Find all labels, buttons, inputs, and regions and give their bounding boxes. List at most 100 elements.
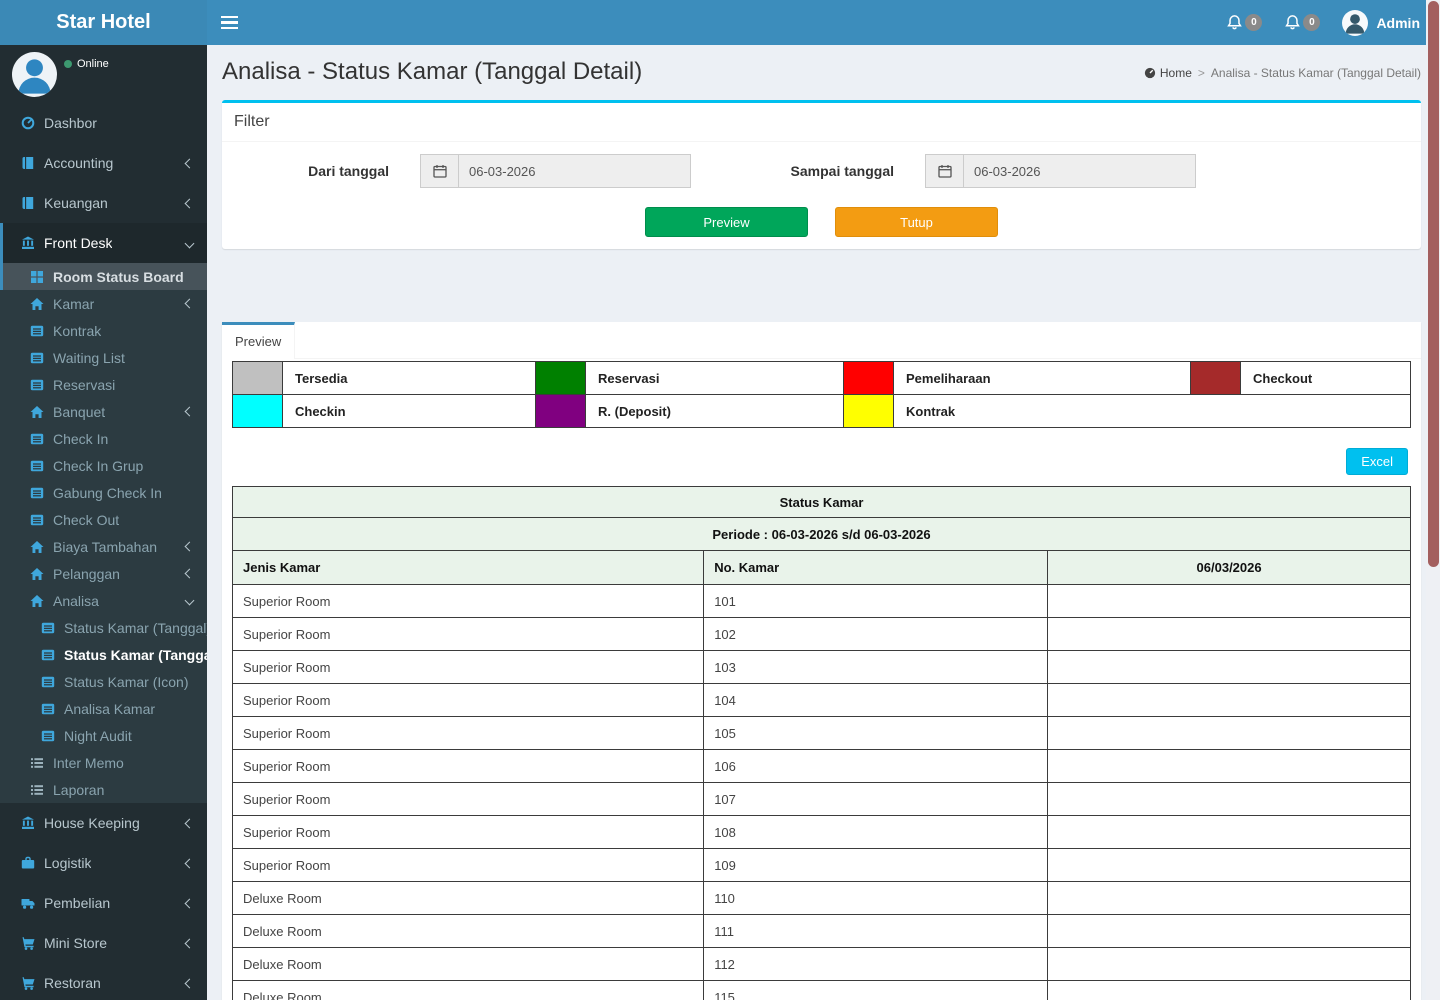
sidebar-item-keuangan[interactable]: Keuangan: [0, 183, 207, 223]
vertical-scrollbar[interactable]: [1426, 0, 1440, 1000]
no-kamar-cell: 110: [703, 881, 1049, 915]
jenis-kamar-cell: Superior Room: [231, 716, 705, 750]
breadcrumb: Home > Analisa - Status Kamar (Tanggal D…: [1144, 66, 1421, 80]
bell-icon: [1284, 14, 1301, 31]
no-kamar-cell: 112: [703, 947, 1049, 981]
sidebar-item-laporan[interactable]: Laporan: [0, 776, 207, 803]
sidebar-item-room-status-board[interactable]: Room Status Board: [0, 263, 207, 290]
column-header-jenis-kamar: Jenis Kamar: [231, 550, 705, 585]
sidebar-item-waiting-list[interactable]: Waiting List: [0, 344, 207, 371]
no-kamar-cell: 111: [703, 914, 1049, 948]
listalt-icon: [27, 351, 47, 365]
sidebar-item-status-kamar-icon[interactable]: Status Kamar (Icon): [0, 668, 207, 695]
listalt-icon: [27, 513, 47, 527]
sidebar-item-accounting[interactable]: Accounting: [0, 143, 207, 183]
jenis-kamar-cell: Superior Room: [231, 815, 705, 849]
sidebar-item-label: Biaya Tambahan: [53, 538, 158, 555]
sidebar-item-check-in-grup[interactable]: Check In Grup: [0, 452, 207, 479]
sidebar-item-label: Check Out: [53, 511, 120, 528]
sidebar-item-pelanggan[interactable]: Pelanggan: [0, 560, 207, 587]
chevron-left-icon: [184, 198, 195, 208]
sidebar-item-gabung-check-in[interactable]: Gabung Check In: [0, 479, 207, 506]
book-icon: [18, 196, 38, 210]
sidebar-item-label: Front Desk: [44, 235, 113, 251]
user-menu[interactable]: Admin: [1342, 9, 1420, 36]
excel-export-button[interactable]: Excel: [1346, 448, 1408, 475]
sidebar-item-label: Mini Store: [44, 935, 108, 951]
scrollbar-thumb[interactable]: [1427, 1, 1439, 567]
tab-preview[interactable]: Preview: [222, 322, 296, 359]
sidebar-item-front-desk[interactable]: Front Desk: [0, 223, 207, 263]
legend-label-reservasi: Reservasi: [585, 361, 844, 395]
sidebar-item-house-keeping[interactable]: House Keeping: [0, 803, 207, 843]
breadcrumb-home-link[interactable]: Home: [1144, 66, 1192, 80]
status-kamar-table: Status Kamar Periode : 06-03-2026 s/d 06…: [231, 486, 1411, 1000]
sidebar-item-inter-memo[interactable]: Inter Memo: [0, 749, 207, 776]
notification-count-badge: 0: [1245, 14, 1263, 31]
home-icon: [27, 594, 47, 608]
jenis-kamar-cell: Superior Room: [231, 848, 705, 882]
app-logo[interactable]: Star Hotel: [0, 0, 207, 45]
room-row-115: Deluxe Room 115: [231, 980, 1411, 1000]
filter-box-title: Filter: [222, 103, 1421, 142]
no-kamar-cell: 105: [703, 716, 1049, 750]
from-date-input[interactable]: [458, 154, 691, 188]
dashboard-icon: [1144, 67, 1156, 79]
chevron-left-icon: [184, 978, 195, 988]
cart-icon: [18, 976, 38, 990]
close-button[interactable]: Tutup: [835, 207, 998, 237]
tachometer-icon: [18, 116, 38, 130]
user-name-label: Admin: [1376, 14, 1420, 31]
chevron-left-icon: [184, 898, 195, 908]
no-kamar-cell: 104: [703, 683, 1049, 717]
preview-button[interactable]: Preview: [645, 207, 808, 237]
sidebar-item-label: Inter Memo: [53, 754, 124, 771]
sidebar-item-restoran[interactable]: Restoran: [0, 963, 207, 1000]
sidebar-item-banquet[interactable]: Banquet: [0, 398, 207, 425]
sidebar-item-night-audit[interactable]: Night Audit: [0, 722, 207, 749]
notification-bell-2[interactable]: 0: [1284, 14, 1321, 31]
sidebar-toggle-button[interactable]: [207, 0, 252, 45]
sidebar-item-biaya-tambahan[interactable]: Biaya Tambahan: [0, 533, 207, 560]
sidebar-item-label: Gabung Check In: [53, 484, 162, 501]
sidebar-item-dashbor[interactable]: Dashbor: [0, 103, 207, 143]
from-date-label: Dari tanggal: [308, 163, 389, 179]
top-navbar: Star Hotel 0 0 Admin: [0, 0, 1440, 45]
sidebar-item-analisa-kamar[interactable]: Analisa Kamar: [0, 695, 207, 722]
to-date-calendar-icon[interactable]: [925, 154, 963, 188]
notification-bell-1[interactable]: 0: [1226, 14, 1263, 31]
jenis-kamar-cell: Superior Room: [231, 749, 705, 783]
sidebar-item-label: Keuangan: [44, 195, 108, 211]
status-cell: [1047, 617, 1411, 651]
sidebar-item-status-kamar-tanggal[interactable]: Status Kamar (Tanggal): [0, 614, 207, 641]
status-legend-table: Tersedia Reservasi Pemeliharaan Checkout Che…: [232, 361, 1411, 428]
sidebar-item-check-in[interactable]: Check In: [0, 425, 207, 452]
sidebar-item-kamar[interactable]: Kamar: [0, 290, 207, 317]
sidebar-item-mini-store[interactable]: Mini Store: [0, 923, 207, 963]
listalt-icon: [27, 378, 47, 392]
sidebar-item-label: Analisa: [53, 592, 99, 609]
sidebar-avatar-icon[interactable]: [12, 52, 57, 97]
sidebar-item-label: Logistik: [44, 855, 92, 871]
sidebar-item-label: Kontrak: [53, 322, 102, 339]
sidebar-item-analisa[interactable]: Analisa: [0, 587, 207, 614]
sidebar-item-kontrak[interactable]: Kontrak: [0, 317, 207, 344]
sidebar-item-logistik[interactable]: Logistik: [0, 843, 207, 883]
sidebar-item-label: Status Kamar (Tanggal Detail): [64, 646, 207, 663]
report-title: Status Kamar: [232, 486, 1411, 518]
sidebar-item-pembelian[interactable]: Pembelian: [0, 883, 207, 923]
sidebar-item-status-kamar-tanggal-detail[interactable]: Status Kamar (Tanggal Detail): [0, 641, 207, 668]
chevron-left-icon: [184, 568, 195, 579]
room-row-105: Superior Room 105: [231, 716, 1411, 750]
sidebar-item-label: Check In: [53, 430, 109, 447]
room-row-104: Superior Room 104: [231, 683, 1411, 717]
sidebar-item-reservasi[interactable]: Reservasi: [0, 371, 207, 398]
to-date-input[interactable]: [963, 154, 1196, 188]
jenis-kamar-cell: Deluxe Room: [231, 881, 705, 915]
sidebar-item-check-out[interactable]: Check Out: [0, 506, 207, 533]
room-row-102: Superior Room 102: [231, 617, 1411, 651]
legend-label-tersedia: Tersedia: [282, 361, 536, 395]
from-date-calendar-icon[interactable]: [420, 154, 458, 188]
no-kamar-cell: 103: [703, 650, 1049, 684]
sidebar-item-label: Status Kamar (Tanggal): [64, 619, 207, 636]
